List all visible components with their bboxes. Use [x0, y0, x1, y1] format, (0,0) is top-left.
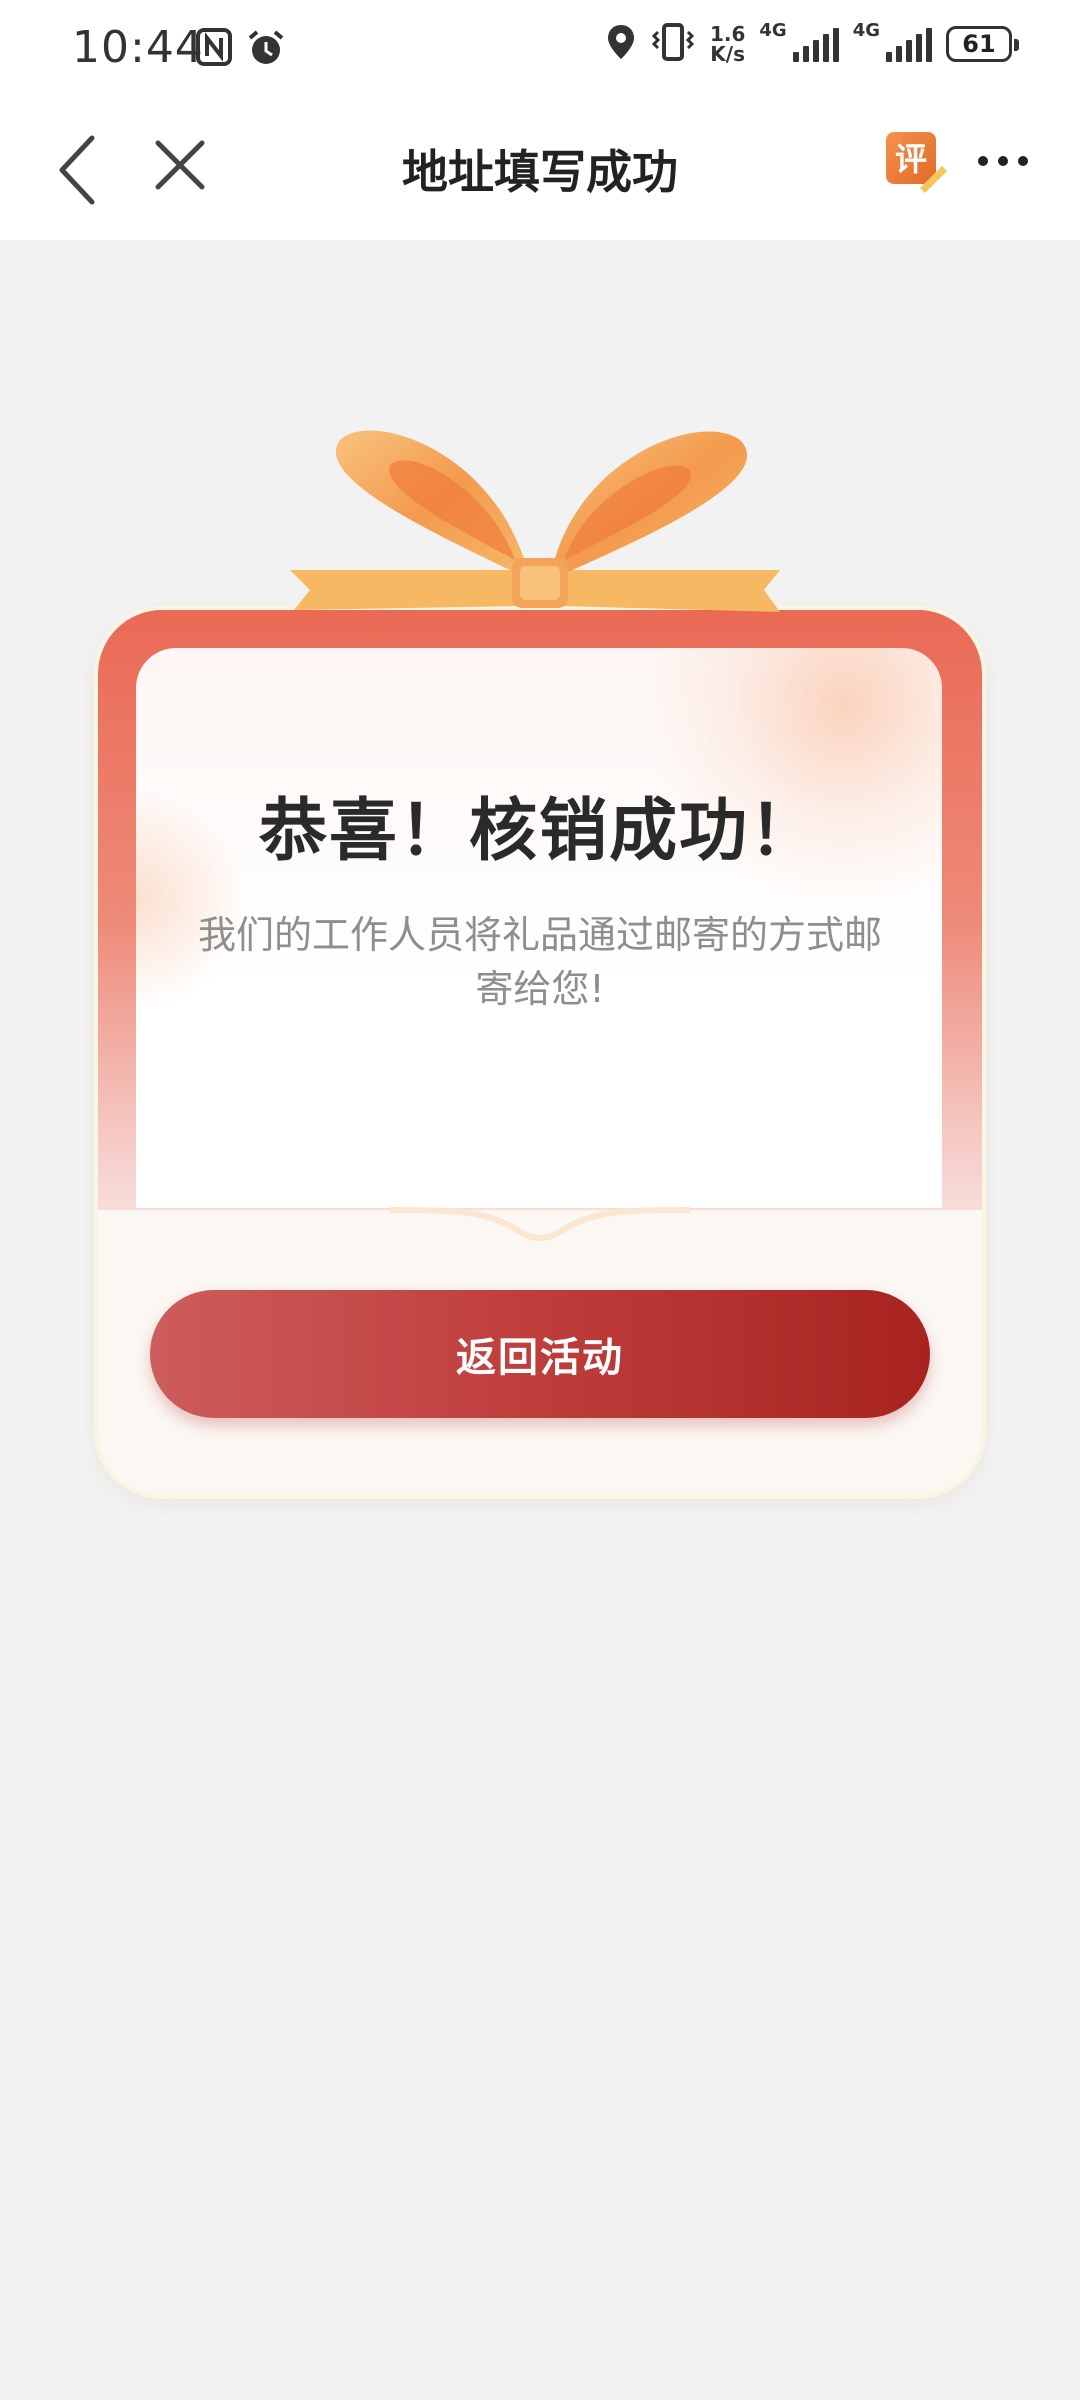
location-icon	[606, 23, 636, 65]
battery-icon: 61	[946, 26, 1019, 62]
sim2-label: 4G	[852, 19, 880, 41]
signal-icon	[886, 26, 932, 62]
sim1-label: 4G	[759, 19, 787, 41]
more-icon[interactable]	[978, 156, 1028, 166]
signal-icon	[792, 26, 839, 62]
nav-bar: 地址填写成功 评	[0, 100, 1080, 240]
congrats-title: 恭喜！核销成功！	[258, 792, 819, 871]
rate-icon[interactable]: 评	[884, 130, 947, 193]
alarm-icon	[246, 28, 286, 72]
gift-bow-icon	[290, 430, 780, 612]
card-notch	[390, 1207, 690, 1241]
vibrate-icon	[650, 22, 696, 66]
status-right-icons: 1.6 K/s 4G 4G 61	[606, 19, 1019, 66]
status-left-icons	[196, 28, 286, 72]
status-time: 10:44	[72, 22, 204, 73]
nfc-icon	[196, 28, 232, 72]
rate-icon-text: 评	[895, 140, 927, 178]
network-speed: 1.6 K/s	[710, 24, 745, 64]
network-speed-value: 1.6	[709, 22, 746, 46]
congrats-description: 我们的工作人员将礼品通过邮寄的方式邮寄给您!	[197, 913, 882, 1011]
return-activity-button[interactable]: 返回活动	[150, 1290, 930, 1418]
network-speed-unit: K/s	[710, 42, 746, 66]
status-bar: 10:44 1.6 K/s 4G 4G 61	[0, 0, 1080, 100]
